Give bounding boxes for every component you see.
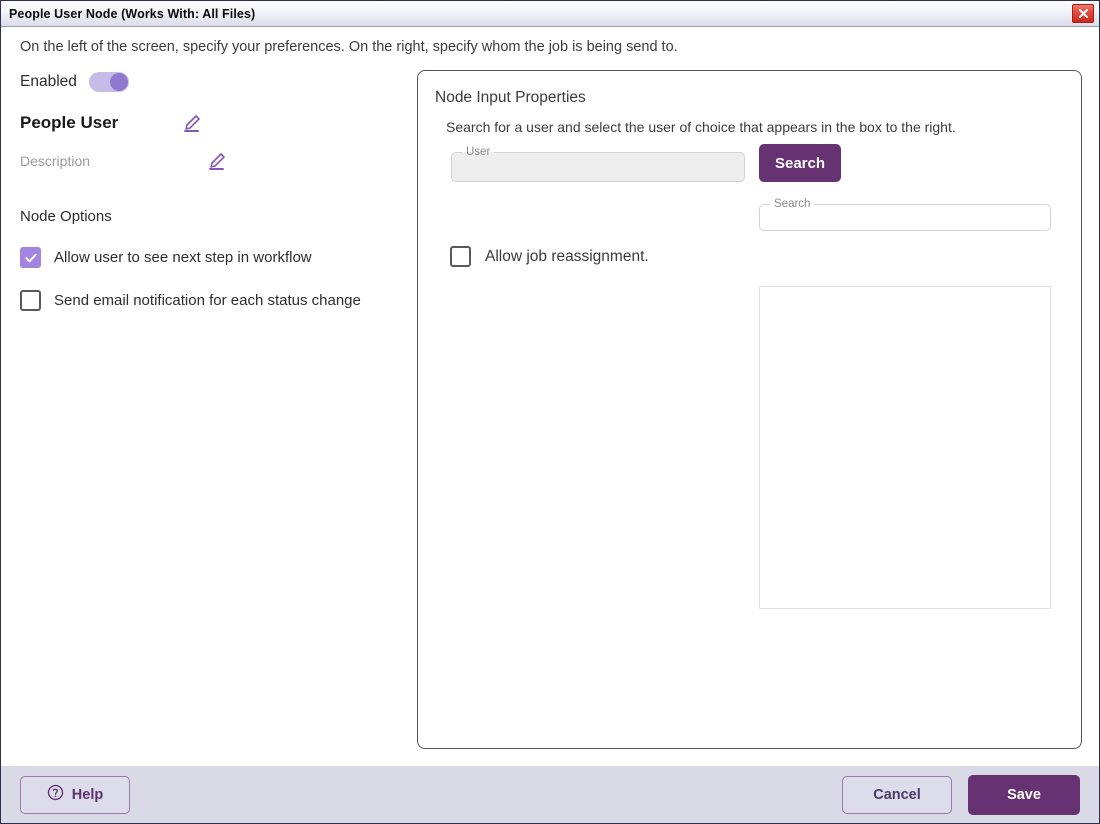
enabled-row: Enabled — [20, 69, 400, 95]
instruction-text: On the left of the screen, specify your … — [20, 39, 678, 55]
title-bar: People User Node (Works With: All Files) — [1, 1, 1099, 27]
dialog-footer: Help Cancel Save — [1, 765, 1099, 823]
option-label-email-notification: Send email notification for each status … — [54, 292, 361, 309]
option-row-email-notification[interactable]: Send email notification for each status … — [20, 290, 400, 311]
dialog-body: On the left of the screen, specify your … — [1, 27, 1099, 765]
question-circle-icon — [47, 784, 64, 805]
search-field-group: Search — [759, 198, 1051, 233]
help-button[interactable]: Help — [20, 775, 130, 814]
option-row-next-step[interactable]: Allow user to see next step in workflow — [20, 247, 400, 268]
dialog-window: People User Node (Works With: All Files)… — [0, 0, 1100, 824]
help-button-label: Help — [71, 786, 104, 803]
enabled-toggle[interactable] — [88, 72, 129, 92]
enabled-label: Enabled — [20, 73, 77, 90]
user-input[interactable] — [452, 158, 744, 184]
node-options-heading: Node Options — [20, 208, 112, 225]
panel-subtitle: Search for a user and select the user of… — [446, 119, 956, 135]
pencil-icon[interactable] — [180, 112, 202, 134]
search-button[interactable]: Search — [759, 144, 841, 182]
cancel-button[interactable]: Cancel — [842, 775, 952, 814]
panel-title: Node Input Properties — [435, 89, 586, 106]
node-name-value: People User — [20, 113, 119, 132]
window-title: People User Node (Works With: All Files) — [9, 6, 256, 21]
node-input-properties-panel: Node Input Properties Search for a user … — [417, 70, 1082, 749]
search-results-list[interactable] — [759, 286, 1051, 609]
node-name-row: People User — [20, 111, 400, 135]
node-description-value: Description — [20, 153, 91, 169]
toggle-knob — [109, 73, 128, 91]
search-input[interactable] — [760, 210, 1050, 233]
checkbox-email-notification[interactable] — [20, 290, 41, 311]
option-label-allow-reassignment: Allow job reassignment. — [485, 247, 649, 265]
user-field-group: User — [451, 146, 745, 184]
node-description-row: Description — [20, 150, 400, 172]
option-row-allow-reassignment[interactable]: Allow job reassignment. — [450, 246, 649, 267]
save-button[interactable]: Save — [968, 774, 1080, 815]
checkbox-allow-next-step[interactable] — [20, 247, 41, 268]
search-field-legend: Search — [774, 198, 811, 210]
preferences-column: Enabled People User Description Node Opt… — [20, 69, 400, 311]
close-icon[interactable] — [1072, 4, 1094, 23]
user-field-legend: User — [466, 146, 491, 158]
pencil-icon[interactable] — [205, 150, 227, 172]
checkbox-allow-reassignment[interactable] — [450, 246, 471, 267]
option-label-next-step: Allow user to see next step in workflow — [54, 249, 312, 266]
